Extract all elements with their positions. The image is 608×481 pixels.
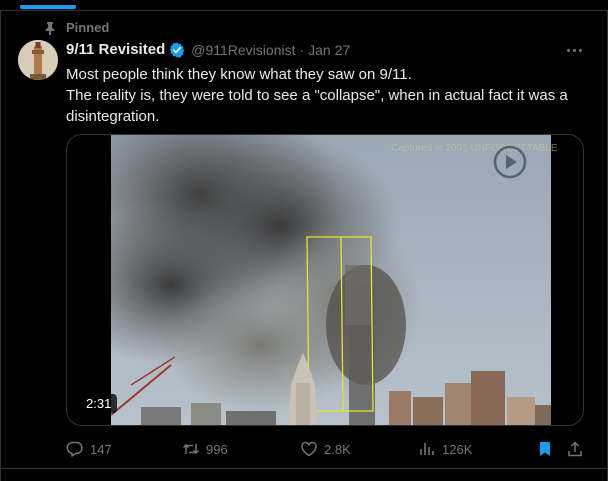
views-count: 126K [442,441,473,457]
repost-button[interactable]: 996 [182,438,228,460]
video-thumbnail[interactable] [111,135,551,425]
repost-icon [182,443,200,455]
verified-badge-icon[interactable] [169,42,185,58]
pinned-indicator: Pinned [44,20,109,35]
like-button[interactable]: 2.8K [300,438,351,460]
play-icon[interactable] [493,145,527,179]
avatar[interactable] [18,40,58,80]
repost-count: 996 [206,441,228,457]
views-chart-icon [420,443,434,455]
pin-icon [44,21,56,35]
reply-count: 147 [90,441,112,457]
reply-icon [66,441,83,457]
separator-dot: · [299,41,305,58]
share-icon [568,441,582,457]
tweet-text: Most people think they know what they sa… [66,64,586,127]
reply-button[interactable]: 147 [66,438,112,460]
video-watermark: Captured in 2001 UNFORGETTABLE [391,143,558,154]
tweet-header: 9/11 Revisited @911Revisionist · Jan 27 [66,41,350,58]
tweet-text-line-1: Most people think they know what they sa… [66,66,412,83]
bookmark-button[interactable] [536,438,554,460]
active-tab-indicator [20,5,76,9]
heart-icon [301,441,317,457]
tweet-text-line-2: The reality is, they were told to see a … [66,87,568,125]
pinned-label: Pinned [66,20,110,35]
like-count: 2.8K [324,441,351,457]
post-date[interactable]: Jan 27 [308,42,350,58]
more-icon[interactable] [562,42,586,58]
display-name[interactable]: 9/11 Revisited [66,41,165,58]
bookmark-icon [540,442,550,456]
bottom-divider [0,468,608,469]
top-divider [0,10,608,11]
video-duration: 2:31 [80,394,118,413]
share-button[interactable] [566,438,584,460]
action-bar: 147 996 2.8K 126K [66,438,586,460]
video-player[interactable]: Captured in 2001 UNFORGETTABLE 2:31 [66,134,584,426]
left-divider [0,10,1,481]
views-button[interactable]: 126K [418,438,472,460]
handle[interactable]: @911Revisionist [191,42,295,58]
